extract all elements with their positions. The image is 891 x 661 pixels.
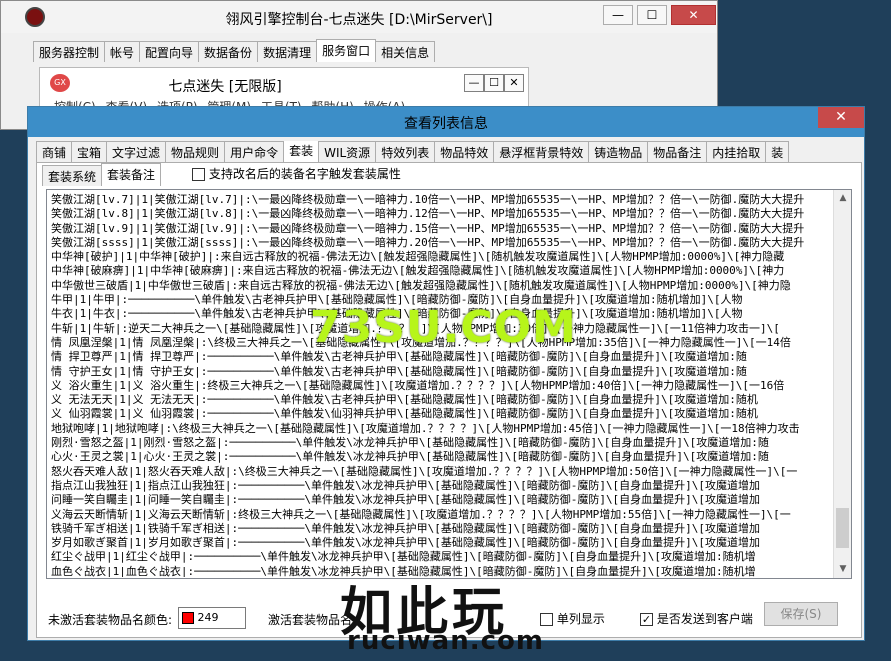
list-tab-2[interactable]: 文字过滤: [106, 141, 167, 162]
suit-note-lines: 笑傲江湖[lv.7]|1|笑傲江湖[lv.7]|:\一最凶降终极勋章一\一暗神力…: [51, 193, 833, 577]
list-item[interactable]: 怒火吞天难人敌|1|怒火吞天难人敌|:\终极三大神兵之一\[基础隐藏属性]\[攻…: [51, 465, 833, 479]
maximize-button[interactable]: ☐: [637, 5, 667, 25]
send-client-option[interactable]: ✓ 是否发送到客户端: [640, 610, 753, 627]
list-item[interactable]: 岁月如歌ぎ聚首|1|岁月如歌ぎ聚首|:──────────\单件触发\冰龙神兵护…: [51, 536, 833, 550]
list-item[interactable]: 义 无法无天|1|义 无法无天|:──────────\单件触发\古老神兵护甲\…: [51, 393, 833, 407]
console-tab-3[interactable]: 数据备份: [198, 41, 259, 62]
list-item[interactable]: 笑傲江湖[ssss]|1|笑傲江湖[ssss]|:\一最凶降终极勋章一\一暗神力…: [51, 236, 833, 250]
list-info-window: 查看列表信息 ✕ 商铺 宝箱 文字过滤 物品规则 用户命令 套装 WIL资源 特效列表 物品特效…: [27, 106, 865, 641]
list-item[interactable]: 情 守护王女|1|情 守护王女|:──────────\单件触发\古老神兵护甲\…: [51, 365, 833, 379]
single-column-option[interactable]: 单列显示: [540, 610, 605, 627]
watermark-73su: 73SU.COM: [310, 302, 577, 353]
scroll-down-icon[interactable]: ▼: [834, 561, 851, 578]
server-close-button[interactable]: ✕: [504, 74, 524, 92]
console-tab-1[interactable]: 帐号: [104, 41, 141, 62]
list-item[interactable]: 中华神[破护]|1|中华神[破护]|:来自远古释放的祝福-佛法无边\[触发超强隐…: [51, 250, 833, 264]
list-info-titlebar: 查看列表信息 ✕: [28, 107, 864, 137]
scroll-up-icon[interactable]: ▲: [834, 190, 851, 207]
list-item[interactable]: 问睡一笑自矚圭|1|问睡一笑自矚圭|:──────────\单件触发\冰龙神兵护…: [51, 493, 833, 507]
inactive-color-picker[interactable]: 249: [178, 607, 246, 629]
list-item[interactable]: 指点江山我独狂|1|指点江山我独狂|:──────────\单件触发\冰龙神兵护…: [51, 479, 833, 493]
list-tab-11[interactable]: 物品备注: [647, 141, 708, 162]
inactive-color-label: 未激活套装物品名颜色:: [48, 613, 173, 627]
rename-trigger-label: 支持改名后的装备名字触发套装属性: [208, 167, 401, 181]
close-button[interactable]: ✕: [818, 107, 864, 128]
send-client-checkbox[interactable]: ✓: [640, 613, 653, 626]
list-tab-0[interactable]: 商铺: [36, 141, 73, 162]
list-item[interactable]: 心火·王灵之裳|1|心火·王灵之裳|:──────────\单件触发\冰龙神兵护…: [51, 450, 833, 464]
list-item[interactable]: 笑傲江湖[lv.8]|1|笑傲江湖[lv.8]|:\一最凶降终极勋章一\一暗神力…: [51, 207, 833, 221]
suit-note-list[interactable]: 笑傲江湖[lv.7]|1|笑傲江湖[lv.7]|:\一最凶降终极勋章一\一暗神力…: [46, 189, 852, 579]
color-swatch: [182, 612, 194, 624]
list-tab-8[interactable]: 物品特效: [434, 141, 495, 162]
watermark-ruciwan-en: ruciwan.com: [347, 626, 544, 656]
console-tabs: 服务器控制 帐号 配置向导 数据备份 数据清理 服务窗口 相关信息: [33, 39, 436, 63]
list-item[interactable]: 笑傲江湖[lv.9]|1|笑傲江湖[lv.9]|:\一最凶降终极勋章一\一暗神力…: [51, 222, 833, 236]
server-maximize-button[interactable]: ☐: [484, 74, 504, 92]
send-client-label: 是否发送到客户端: [656, 612, 753, 626]
console-titlebar: 翎风引擎控制台-七点迷失 [D:\MirServer\] — ☐ ✕: [1, 1, 717, 33]
list-tab-10[interactable]: 铸造物品: [588, 141, 649, 162]
list-tab-6[interactable]: WIL资源: [318, 141, 377, 162]
list-tab-13[interactable]: 装: [765, 141, 790, 162]
single-column-checkbox[interactable]: [540, 613, 553, 626]
list-tab-9[interactable]: 悬浮框背景特效: [493, 141, 590, 162]
console-tab-4[interactable]: 数据清理: [257, 41, 318, 62]
server-minimize-button[interactable]: —: [464, 74, 484, 92]
inactive-color-value: 249: [197, 611, 219, 624]
vertical-scrollbar[interactable]: ▲ ▼: [833, 190, 851, 578]
list-item[interactable]: 义海云天断情斩|1|义海云天断情斩|:终极三大神兵之一\[基础隐藏属性]\[攻魔…: [51, 508, 833, 522]
list-info-title: 查看列表信息: [404, 116, 488, 132]
list-item[interactable]: 义 浴火重生|1|义 浴火重生|:终极三大神兵之一\[基础隐藏属性]\[攻魔道增…: [51, 379, 833, 393]
list-item[interactable]: 义 仙羽霞裳|1|义 仙羽霞裳|:──────────\单件触发\仙羽神兵护甲\…: [51, 407, 833, 421]
list-tab-12[interactable]: 内挂拾取: [706, 141, 767, 162]
suit-subtab-1[interactable]: 套装备注: [101, 163, 162, 186]
console-tab-0[interactable]: 服务器控制: [33, 41, 106, 62]
console-tab-2[interactable]: 配置向导: [139, 41, 200, 62]
list-info-tabs: 商铺 宝箱 文字过滤 物品规则 用户命令 套装 WIL资源 特效列表 物品特效 悬浮框背景特效 铸造…: [36, 141, 862, 163]
list-item[interactable]: 刚烈·雪怒之盔|1|刚烈·雪怒之盔|:──────────\单件触发\冰龙神兵护…: [51, 436, 833, 450]
list-item[interactable]: 笑傲江湖[lv.7]|1|笑傲江湖[lv.7]|:\一最凶降终极勋章一\一暗神力…: [51, 193, 833, 207]
list-item[interactable]: 中华傲世三破盾|1|中华傲世三破盾|:来自远古释放的祝福-佛法无边\[触发超强隐…: [51, 279, 833, 293]
rename-trigger-option[interactable]: 支持改名后的装备名字触发套装属性: [192, 165, 401, 182]
list-item[interactable]: 红尘ぐ战甲|1|红尘ぐ战甲|:──────────\单件触发\冰龙神兵护甲\[基…: [51, 550, 833, 564]
list-item[interactable]: 铁骑千军ぎ相送|1|铁骑千军ぎ相送|:──────────\单件触发\冰龙神兵护…: [51, 522, 833, 536]
list-item[interactable]: 中华神[破麻痹]|1|中华神[破麻痹]|:来自远古释放的祝福-佛法无边\[触发超…: [51, 264, 833, 278]
list-tab-5[interactable]: 套装: [283, 141, 320, 162]
scroll-thumb[interactable]: [836, 508, 849, 548]
console-tab-5[interactable]: 服务窗口: [316, 39, 377, 62]
suit-subtab-0[interactable]: 套装系统: [42, 165, 103, 186]
suit-subtabs: 套装系统 套装备注: [42, 163, 162, 187]
minimize-button[interactable]: —: [603, 5, 633, 25]
close-button[interactable]: ✕: [671, 5, 716, 25]
save-button[interactable]: 保存(S): [764, 602, 838, 626]
list-tab-4[interactable]: 用户命令: [224, 141, 285, 162]
list-tab-7[interactable]: 特效列表: [375, 141, 436, 162]
server-window-title: 七点迷失 [无限版]: [168, 79, 282, 95]
single-column-label: 单列显示: [556, 612, 605, 626]
list-tab-3[interactable]: 物品规则: [165, 141, 226, 162]
list-item[interactable]: 地狱咆哮|1|地狱咆哮|:\终极三大神兵之一\[基础隐藏属性]\[攻魔道增加.？…: [51, 422, 833, 436]
console-tab-6[interactable]: 相关信息: [375, 41, 436, 62]
rename-trigger-checkbox[interactable]: [192, 168, 205, 181]
list-tab-1[interactable]: 宝箱: [71, 141, 108, 162]
